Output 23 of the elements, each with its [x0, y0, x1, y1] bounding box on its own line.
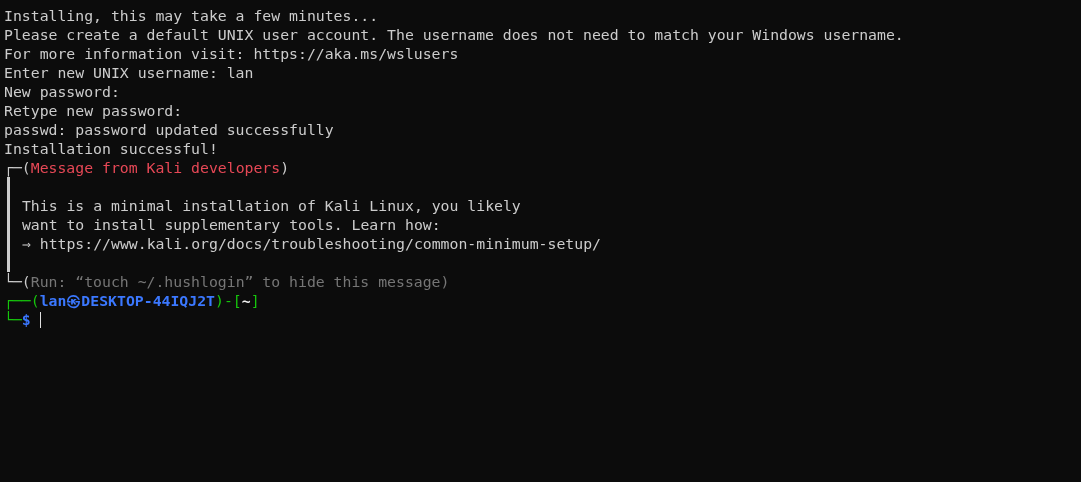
terminal-text: ⇒ https://www.kali.org/docs/troubleshooting/common-minimum-setup/ — [20, 234, 601, 253]
terminal-text: Retype new password: — [4, 101, 183, 120]
terminal-text: ] — [250, 291, 260, 310]
terminal-text: This is a minimal installation of Kali Linux, you likely — [20, 196, 521, 215]
terminal-text: ┌─( — [4, 158, 31, 177]
terminal-text: ~ — [241, 291, 251, 310]
terminal-text: Please create a default UNIX user account. The username does not need to match your Windows username. — [4, 25, 904, 44]
terminal-text: passwd: password updated successfully — [4, 120, 334, 139]
terminal-text: └─( — [4, 272, 31, 291]
terminal-text: New password: — [4, 82, 120, 101]
terminal-text: Installing, this may take a few minutes... — [4, 6, 379, 25]
terminal-text: For more information visit: https://aka.ms/wslusers — [4, 44, 459, 63]
terminal-text: )-[ — [215, 291, 242, 310]
terminal-text: Installation successful! — [4, 139, 218, 158]
terminal-text: $ — [21, 310, 31, 329]
terminal-text: ) — [280, 158, 290, 177]
terminal-text: want to install supplementary tools. Learn how: — [20, 215, 441, 234]
terminal-text: └─ — [4, 310, 22, 329]
terminal-text: Enter new UNIX username: lan — [4, 63, 254, 82]
terminal-text: Message from Kali developers — [30, 158, 281, 177]
terminal-text: lan㉿DESKTOP-44IQJ2T — [39, 291, 215, 310]
terminal-text: ┌──( — [4, 291, 40, 310]
terminal-text: Run: “touch ~/.hushlogin” to hide this message) — [30, 272, 450, 291]
